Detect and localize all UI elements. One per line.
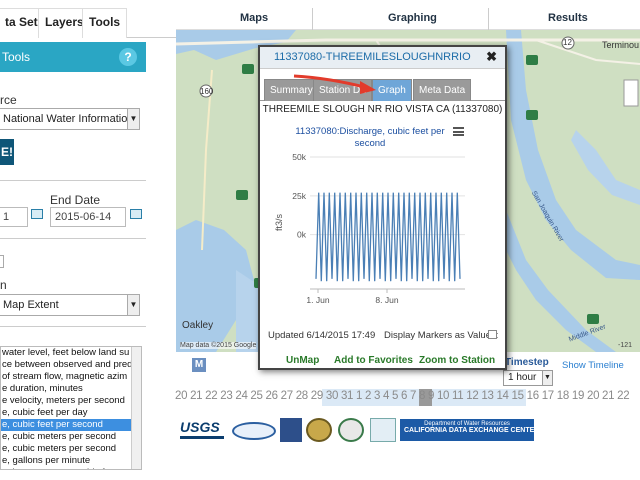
annotation-arrow-icon [293, 74, 376, 94]
x-tick-label: 8. Jun [375, 295, 398, 305]
popup-title-text: 11337080-THREEMILESLOUGHNRRIO [274, 51, 471, 63]
start-date-input[interactable]: 1 [0, 207, 28, 227]
list-item[interactable]: e, instantaneous, cubic feet p [1, 467, 141, 469]
go-button[interactable]: E! [0, 139, 14, 165]
zoom-to-station-link[interactable]: Zoom to Station [419, 355, 495, 366]
divider [0, 180, 146, 181]
list-item[interactable]: ce between observed and pred [1, 359, 141, 371]
source-label: rce [0, 93, 17, 107]
y-tick-label: 0k [297, 230, 307, 240]
tab-meta-data[interactable]: Meta Data [413, 79, 472, 101]
divider [0, 238, 146, 239]
y-tick-label: 25k [292, 191, 306, 201]
divider [312, 8, 313, 30]
top-nav: Maps Graphing Results [176, 0, 640, 30]
popup-title: 11337080-THREEMILESLOUGHNRRIO [260, 47, 505, 69]
map-label-route160: 160 [200, 87, 214, 96]
divider [0, 326, 146, 327]
end-date-input[interactable]: 2015-06-14 [50, 207, 126, 227]
y-axis-label: ft3/s [274, 213, 284, 231]
timestep-label: Timestep [505, 357, 549, 368]
agency-seal-logo [338, 418, 364, 442]
chart-series-line [315, 192, 461, 282]
cdec-line1: Department of Water Resources [424, 421, 510, 427]
map-label-route12: 12 [563, 38, 572, 47]
show-timeline-link[interactable]: Show Timeline [562, 360, 624, 371]
station-name: THREEMILE SLOUGH NR RIO VISTA CA (113370… [262, 104, 503, 115]
calendar-icon[interactable] [130, 209, 142, 219]
panel-tabs: ta Sets Layers Tools [0, 0, 176, 38]
extent-label: n [0, 278, 7, 292]
source-select-value: National Water Information S [3, 113, 140, 125]
parameter-list[interactable]: water level, feet below land su ce betwee… [0, 346, 142, 470]
markers-checkbox[interactable] [488, 330, 497, 339]
list-item[interactable]: e, cubic meters per second [1, 431, 141, 443]
extent-select[interactable]: Map Extent ▼ [0, 294, 140, 316]
list-item[interactable]: e, cubic feet per second [1, 419, 141, 431]
map-scale: -121 [618, 342, 633, 349]
extent-select-value: Map Extent [3, 299, 59, 311]
x-tick-label: 1. Jun [306, 295, 329, 305]
unmap-link[interactable]: UnMap [286, 355, 319, 366]
cdec-logo: Department of Water Resources CALIFORNIA… [400, 419, 540, 441]
map-attribution: Map data ©2015 Google [180, 342, 257, 349]
calendar-icon[interactable] [31, 209, 43, 219]
list-item[interactable]: water level, feet below land su [1, 347, 141, 359]
map-label-terminous: Terminou [602, 40, 640, 50]
agency-shield-logo [280, 418, 302, 442]
agency-seal-logo [306, 418, 332, 442]
list-item[interactable]: e duration, minutes [1, 383, 141, 395]
timeline-area [176, 352, 640, 480]
markers-label: Display Markers as Values: [384, 330, 499, 341]
timeline-days[interactable]: 20 21 22 23 24 25 26 27 28 29 30 31 1 2 … [175, 390, 640, 406]
nav-graphing[interactable]: Graphing [388, 12, 437, 24]
usgs-logo: USGS [180, 418, 228, 442]
scrollbar[interactable] [131, 347, 141, 469]
nav-maps[interactable]: Maps [240, 12, 268, 24]
divider [488, 8, 489, 30]
list-item[interactable]: e, cubic feet per day [1, 407, 141, 419]
checkbox[interactable] [0, 255, 4, 268]
chevron-down-icon: ▼ [542, 371, 552, 385]
tab-tools[interactable]: Tools [82, 8, 128, 38]
end-date-label: End Date [50, 193, 101, 207]
usgs-text: USGS [180, 419, 220, 435]
source-select[interactable]: National Water Information S ▼ [0, 108, 140, 130]
cdec-line2: CALIFORNIA DATA EXCHANGE CENTER [404, 427, 540, 434]
timestep-select-value: 1 hour [508, 372, 537, 383]
menu-icon[interactable] [453, 127, 464, 136]
left-panel: ta Sets Layers Tools Tools ? rce Nationa… [0, 0, 176, 480]
help-icon[interactable]: ? [119, 48, 137, 66]
list-item[interactable]: of stream flow, magnetic azim [1, 371, 141, 383]
list-item[interactable]: e, gallons per minute [1, 455, 141, 467]
timestep-select[interactable]: 1 hour ▼ [503, 370, 553, 386]
divider [180, 436, 224, 439]
list-item[interactable]: e velocity, meters per second [1, 395, 141, 407]
chevron-down-icon: ▼ [127, 295, 139, 315]
updated-timestamp: Updated 6/14/2015 17:49 [268, 330, 376, 341]
nav-results[interactable]: Results [548, 12, 588, 24]
y-tick-label: 50k [292, 152, 306, 162]
swamp-logo [370, 418, 396, 442]
chevron-down-icon: ▼ [127, 109, 139, 129]
discharge-chart[interactable]: 50k 25k 0k 1. Jun 8. Jun ft3/s [260, 147, 505, 325]
m-button[interactable]: M [192, 358, 206, 372]
close-icon[interactable]: ✖ [486, 49, 497, 65]
agency-seal-logo [232, 422, 276, 440]
map-label-oakley: Oakley [182, 320, 214, 331]
list-item[interactable]: e, cubic meters per second [1, 443, 141, 455]
add-to-favorites-link[interactable]: Add to Favorites [334, 355, 413, 366]
